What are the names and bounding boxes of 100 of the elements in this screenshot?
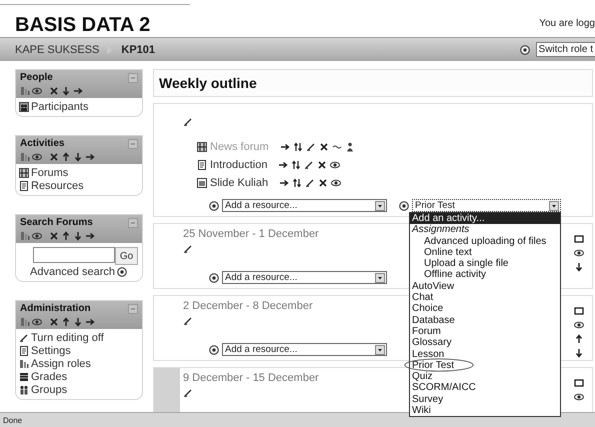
- move-icon[interactable]: [292, 178, 302, 188]
- pencil-icon[interactable]: [183, 388, 193, 398]
- up-arrow-icon[interactable]: [61, 230, 71, 240]
- right-arrow-icon[interactable]: [73, 86, 83, 96]
- up-arrow-icon[interactable]: [61, 316, 71, 326]
- dropdown-option[interactable]: Database: [410, 314, 560, 326]
- block-link[interactable]: Grades: [31, 370, 68, 382]
- block-link[interactable]: Resources: [31, 180, 84, 192]
- option-group-label: Assignments: [410, 224, 470, 236]
- square-icon[interactable]: [574, 234, 584, 244]
- block-link[interactable]: Forums: [31, 166, 68, 178]
- move-icon[interactable]: [292, 142, 303, 152]
- down-arrow-icon[interactable]: [574, 262, 584, 272]
- delete-icon[interactable]: [318, 178, 328, 188]
- delete-icon[interactable]: [49, 230, 59, 240]
- block-link[interactable]: Groups: [31, 384, 68, 396]
- eye-icon[interactable]: [32, 230, 42, 240]
- section-heading: Weekly outline: [159, 75, 257, 91]
- block-link[interactable]: Settings: [31, 344, 71, 356]
- right-arrow-icon[interactable]: [85, 316, 95, 326]
- right-arrow-icon[interactable]: [278, 160, 288, 170]
- dropdown-option[interactable]: Chat: [410, 292, 560, 304]
- dropdown-option[interactable]: Advanced uploading of files: [410, 236, 560, 247]
- groups-icon: [19, 384, 29, 394]
- collapse-icon[interactable]: [128, 72, 138, 82]
- activity-link[interactable]: Slide Kuliah: [210, 177, 268, 189]
- dropdown-option[interactable]: Add an activity...: [410, 213, 560, 224]
- collapse-icon[interactable]: [128, 218, 138, 228]
- eye-icon[interactable]: [574, 320, 584, 330]
- block-link[interactable]: Turn editing off: [31, 332, 104, 344]
- forum-icon: [19, 168, 29, 178]
- eye-icon[interactable]: [330, 160, 340, 170]
- dropdown-option[interactable]: AutoView: [410, 280, 560, 292]
- switch-role-select[interactable]: Switch role t: [536, 42, 595, 57]
- down-arrow-icon[interactable]: [73, 230, 83, 240]
- dropdown-option[interactable]: Choice: [410, 303, 560, 315]
- breadcrumb-link[interactable]: KP101: [121, 44, 156, 56]
- dropdown-option[interactable]: Upload a single file: [410, 258, 560, 270]
- eye-icon[interactable]: [32, 86, 42, 96]
- resource-select[interactable]: Add a resource...: [222, 199, 387, 212]
- dropdown-option[interactable]: Quiz: [410, 371, 560, 382]
- pencil-icon[interactable]: [304, 160, 314, 170]
- square-icon[interactable]: [574, 306, 584, 316]
- breadcrumb-link[interactable]: KAPE SUKSESS: [15, 44, 100, 56]
- dropdown-option[interactable]: Prior Test: [410, 360, 560, 372]
- move-icon[interactable]: [291, 160, 302, 170]
- advanced-search-link[interactable]: Advanced search: [30, 266, 115, 278]
- up-arrow-icon[interactable]: [61, 152, 71, 162]
- week-title: 25 November - 1 December: [183, 228, 319, 240]
- pencil-icon[interactable]: [183, 244, 193, 254]
- right-arrow-icon[interactable]: [85, 230, 95, 240]
- grades-icon: [19, 372, 29, 382]
- right-arrow-icon[interactable]: [85, 152, 95, 162]
- dropdown-option[interactable]: Survey: [410, 394, 560, 406]
- pencil-icon[interactable]: [183, 116, 193, 126]
- activity-link[interactable]: Introduction: [210, 159, 268, 171]
- pencil-icon[interactable]: [306, 142, 316, 152]
- collapse-icon[interactable]: [128, 304, 138, 314]
- eye-icon[interactable]: [574, 392, 584, 402]
- dropdown-option[interactable]: Offline activity: [410, 269, 560, 281]
- resource-select[interactable]: Add a resource...: [222, 343, 387, 356]
- pencil-icon[interactable]: [305, 178, 316, 188]
- dropdown-option[interactable]: Forum: [410, 326, 560, 338]
- right-arrow-icon[interactable]: [280, 142, 290, 152]
- delete-icon[interactable]: [49, 152, 59, 162]
- collapse-icon[interactable]: [128, 138, 138, 148]
- dropdown-option[interactable]: Online text: [410, 246, 560, 258]
- participants-icon: [19, 102, 29, 112]
- down-arrow-icon[interactable]: [73, 316, 83, 326]
- dropdown-option[interactable]: Lesson: [410, 348, 560, 360]
- delete-icon[interactable]: [49, 86, 59, 96]
- dropdown-option[interactable]: Wiki: [410, 405, 560, 416]
- activity-select[interactable]: Prior Test: [412, 199, 561, 212]
- eye-icon[interactable]: [32, 316, 42, 326]
- file-icon: [197, 178, 207, 188]
- login-info: You are logg: [539, 18, 595, 29]
- person-icon[interactable]: [344, 142, 355, 152]
- week-title: 2 December - 8 December: [183, 300, 313, 312]
- resource-select[interactable]: Add a resource...: [222, 271, 387, 284]
- down-arrow-icon[interactable]: [61, 86, 71, 96]
- block-link[interactable]: Participants: [31, 100, 88, 112]
- document-icon: [19, 180, 29, 190]
- down-arrow-icon[interactable]: [73, 152, 83, 162]
- delete-icon[interactable]: [318, 142, 329, 152]
- week-title: 9 December - 15 December: [183, 372, 319, 384]
- search-field[interactable]: [33, 247, 115, 263]
- dropdown-option[interactable]: SCORM/AICC: [410, 382, 560, 394]
- eye-icon[interactable]: [32, 152, 42, 162]
- eye-icon[interactable]: [331, 178, 342, 188]
- eye-icon[interactable]: [574, 248, 584, 258]
- up-arrow-icon[interactable]: [574, 334, 584, 344]
- square-icon[interactable]: [574, 378, 584, 388]
- right-arrow-icon[interactable]: [279, 178, 290, 188]
- delete-icon[interactable]: [317, 160, 328, 170]
- delete-icon[interactable]: [49, 316, 59, 326]
- block-link[interactable]: Assign roles: [31, 358, 91, 370]
- down-arrow-icon[interactable]: [574, 348, 584, 358]
- pencil-icon[interactable]: [183, 316, 193, 326]
- go-button[interactable]: Go: [115, 247, 138, 265]
- dropdown-option[interactable]: Glossary: [410, 337, 560, 349]
